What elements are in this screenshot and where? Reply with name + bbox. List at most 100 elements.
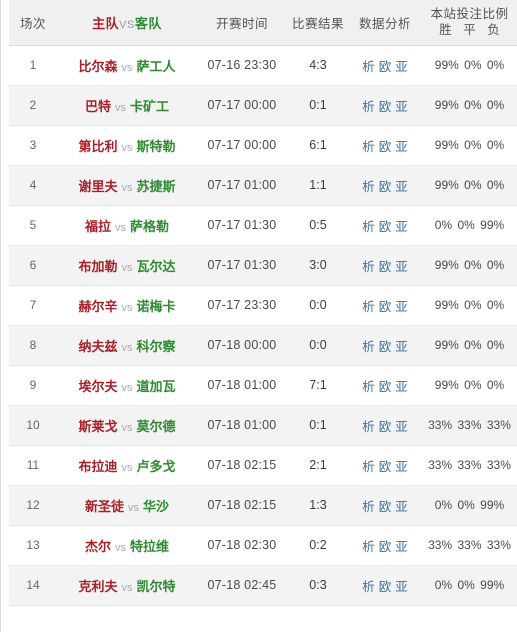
home-team-name[interactable]: 布拉迪: [78, 459, 117, 474]
away-team-name[interactable]: 苏捷斯: [137, 179, 176, 194]
asia-odds-link[interactable]: 亚: [393, 60, 410, 74]
vs-separator: vs: [121, 301, 133, 314]
asia-odds-link[interactable]: 亚: [393, 340, 410, 354]
teams-cell: 布拉迪 vs 卢多戈: [57, 445, 197, 486]
away-team-name[interactable]: 科尔察: [137, 339, 176, 354]
europe-odds-link[interactable]: 欧: [377, 540, 394, 554]
europe-odds-link[interactable]: 欧: [377, 220, 394, 234]
bet-ratio-draw: 0%: [464, 298, 482, 312]
asia-odds-link[interactable]: 亚: [393, 100, 410, 114]
away-team-name[interactable]: 莫尔德: [137, 419, 176, 434]
data-analysis-cell: 析欧亚: [349, 285, 421, 326]
asia-odds-link[interactable]: 亚: [393, 460, 410, 474]
bet-ratio-draw: 33%: [457, 458, 482, 472]
europe-odds-link[interactable]: 欧: [377, 460, 394, 474]
bet-ratio-cell: 99% 0% 0%: [421, 45, 517, 86]
asia-odds-link[interactable]: 亚: [393, 500, 410, 514]
europe-odds-link[interactable]: 欧: [377, 340, 394, 354]
analysis-link[interactable]: 析: [360, 220, 377, 234]
asia-odds-link[interactable]: 亚: [393, 140, 410, 154]
asia-odds-link[interactable]: 亚: [393, 260, 410, 274]
europe-odds-link[interactable]: 欧: [377, 180, 394, 194]
home-team-name[interactable]: 巴特: [85, 99, 111, 114]
home-team-name[interactable]: 纳夫兹: [78, 339, 117, 354]
analysis-link[interactable]: 析: [360, 420, 377, 434]
table-row: 14 克利夫 vs 凯尔特 07-18 02:45 0:3 析欧亚 0% 0% 99%: [9, 565, 517, 606]
asia-odds-link[interactable]: 亚: [393, 580, 410, 594]
away-team-name[interactable]: 道加瓦: [137, 379, 176, 394]
bet-ratio-cell: 99% 0% 0%: [421, 285, 517, 326]
analysis-link[interactable]: 析: [360, 380, 377, 394]
data-analysis-cell: 析欧亚: [349, 525, 421, 566]
home-team-name[interactable]: 布加勒: [78, 259, 117, 274]
europe-odds-link[interactable]: 欧: [377, 300, 394, 314]
asia-odds-link[interactable]: 亚: [393, 300, 410, 314]
asia-odds-link[interactable]: 亚: [393, 380, 410, 394]
asia-odds-link[interactable]: 亚: [393, 540, 410, 554]
europe-odds-link[interactable]: 欧: [377, 380, 394, 394]
vs-separator: vs: [115, 101, 126, 114]
analysis-link[interactable]: 析: [360, 500, 377, 514]
away-team-name[interactable]: 萨工人: [137, 59, 176, 74]
analysis-link[interactable]: 析: [360, 300, 377, 314]
analysis-link[interactable]: 析: [360, 100, 377, 114]
home-team-name[interactable]: 新圣徒: [85, 499, 124, 514]
kickoff-time-cell: 07-18 01:00: [197, 405, 287, 446]
bet-ratio-cell: 99% 0% 0%: [421, 325, 517, 366]
home-team-name[interactable]: 第比利: [78, 139, 117, 154]
data-analysis-cell: 析欧亚: [349, 485, 421, 526]
home-team-name[interactable]: 比尔森: [78, 59, 117, 74]
teams-cell: 纳夫兹 vs 科尔察: [57, 325, 197, 366]
home-team-name[interactable]: 埃尔夫: [78, 379, 117, 394]
bet-ratio-win: 0%: [434, 578, 453, 592]
home-team-name[interactable]: 谢里夫: [78, 179, 117, 194]
analysis-link[interactable]: 析: [360, 60, 377, 74]
away-team-name[interactable]: 瓦尔达: [137, 259, 176, 274]
home-team-name[interactable]: 福拉: [85, 219, 111, 234]
table-row: 1 比尔森 vs 萨工人 07-16 23:30 4:3 析欧亚 99% 0% 0%: [9, 45, 517, 86]
analysis-link[interactable]: 析: [360, 340, 377, 354]
analysis-link[interactable]: 析: [360, 580, 377, 594]
analysis-link[interactable]: 析: [360, 260, 377, 274]
home-team-name[interactable]: 杰尔: [85, 539, 111, 554]
europe-odds-link[interactable]: 欧: [377, 100, 394, 114]
bet-ratio-cell: 99% 0% 0%: [421, 85, 517, 126]
europe-odds-link[interactable]: 欧: [377, 580, 394, 594]
home-team-name[interactable]: 斯莱戈: [78, 419, 117, 434]
away-team-name[interactable]: 凯尔特: [137, 579, 176, 594]
bet-ratio-win: 0%: [434, 498, 453, 512]
europe-odds-link[interactable]: 欧: [377, 60, 394, 74]
bet-ratio-lose: 0%: [486, 58, 505, 72]
vs-separator: vs: [121, 581, 133, 594]
asia-odds-link[interactable]: 亚: [393, 220, 410, 234]
home-team-name[interactable]: 克利夫: [78, 579, 117, 594]
away-team-name[interactable]: 诺梅卡: [137, 299, 176, 314]
analysis-link[interactable]: 析: [360, 540, 377, 554]
asia-odds-link[interactable]: 亚: [393, 180, 410, 194]
bet-ratio-draw: 0%: [464, 178, 482, 192]
bet-ratio-lose: 99%: [480, 578, 505, 592]
table-row: 6 布加勒 vs 瓦尔达 07-17 01:30 3:0 析欧亚 99% 0% 0%: [9, 245, 517, 286]
europe-odds-link[interactable]: 欧: [377, 500, 394, 514]
away-team-name[interactable]: 萨格勒: [130, 219, 169, 234]
europe-odds-link[interactable]: 欧: [377, 420, 394, 434]
asia-odds-link[interactable]: 亚: [393, 420, 410, 434]
kickoff-time-cell: 07-18 02:15: [197, 485, 287, 526]
data-analysis-cell: 析欧亚: [349, 365, 421, 406]
away-team-name[interactable]: 华沙: [143, 499, 169, 514]
vs-separator: vs: [121, 181, 133, 194]
away-team-name[interactable]: 卢多戈: [137, 459, 176, 474]
away-team-name[interactable]: 卡矿工: [130, 99, 169, 114]
analysis-link[interactable]: 析: [360, 180, 377, 194]
vs-separator: vs: [128, 501, 139, 514]
header-home-team-label: 主队: [92, 15, 120, 31]
europe-odds-link[interactable]: 欧: [377, 140, 394, 154]
away-team-name[interactable]: 特拉维: [130, 539, 169, 554]
analysis-link[interactable]: 析: [360, 460, 377, 474]
away-team-name[interactable]: 斯特勒: [137, 139, 176, 154]
home-team-name[interactable]: 赫尔辛: [78, 299, 117, 314]
europe-odds-link[interactable]: 欧: [377, 260, 394, 274]
analysis-link[interactable]: 析: [360, 140, 377, 154]
teams-cell: 克利夫 vs 凯尔特: [57, 565, 197, 606]
bet-ratio-win: 33%: [428, 458, 453, 472]
